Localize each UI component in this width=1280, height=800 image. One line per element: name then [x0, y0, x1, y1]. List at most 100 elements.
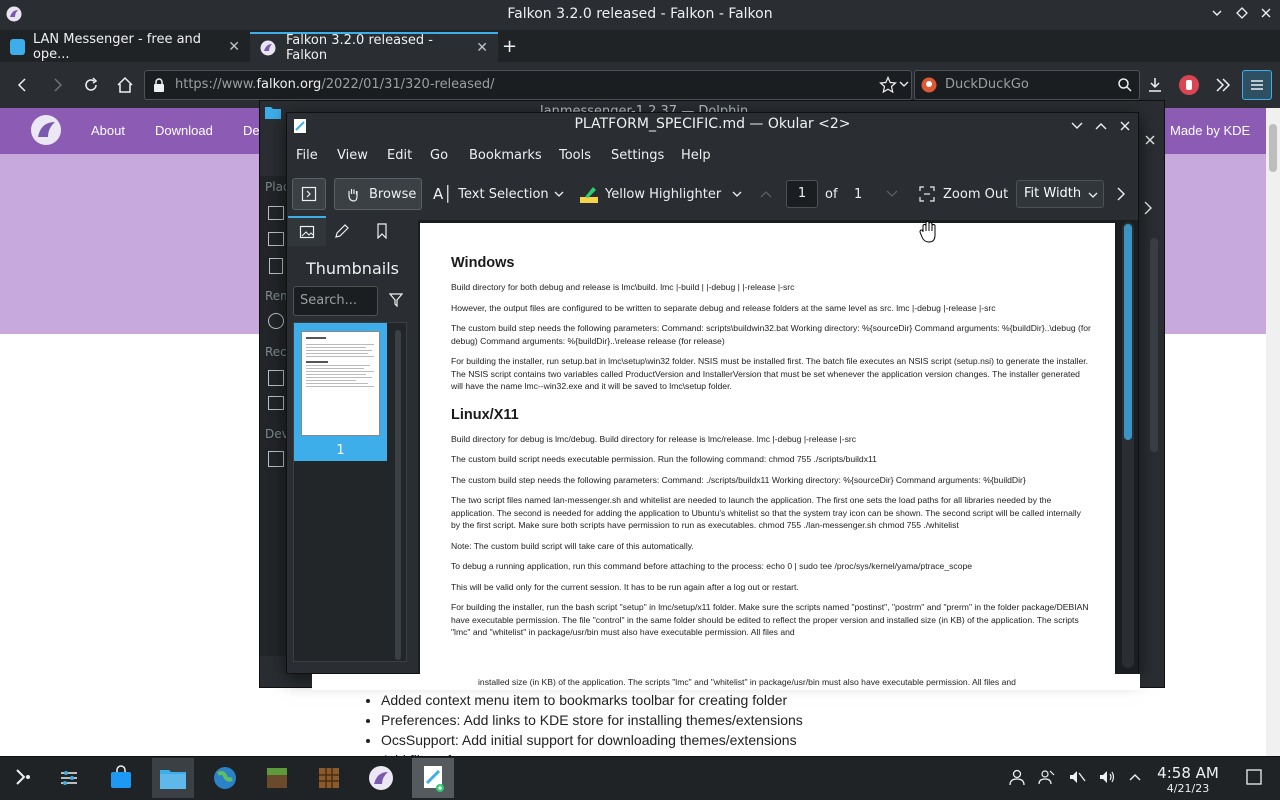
main-menu-button[interactable] [1242, 70, 1272, 100]
text-selection-button[interactable]: A│ Text Selection [433, 178, 549, 210]
menu-settings[interactable]: Settings [611, 148, 664, 163]
close-window-button[interactable] [1259, 6, 1273, 20]
bookmark-icon[interactable] [376, 223, 388, 239]
menu-file[interactable]: File [296, 148, 318, 163]
downloads-button[interactable] [1140, 70, 1170, 100]
url-dropdown-chevron-icon[interactable] [898, 77, 910, 91]
paragraph: Build directory for both debug and relea… [451, 282, 795, 292]
thumbnail-preview[interactable] [301, 331, 380, 436]
site-nav-partial[interactable]: De [243, 123, 260, 138]
document-scrollbar-thumb[interactable] [1124, 224, 1132, 440]
document-page[interactable]: Windows Build directory for both debug a… [420, 223, 1115, 674]
annotations-pen-icon[interactable] [334, 223, 350, 239]
tab-bar: LAN Messenger - free and ope... ✕ Falkon… [0, 30, 1280, 63]
tab-label: Falkon 3.2.0 released - Falkon [286, 33, 433, 63]
tab-thumbnails[interactable] [288, 216, 326, 246]
system-settings-icon[interactable] [48, 758, 90, 798]
site-nav-download[interactable]: Download [155, 123, 213, 138]
dolphin-close-icon[interactable] [1143, 133, 1157, 147]
zoom-mode-select[interactable]: Fit Width [1016, 180, 1104, 208]
okular-maximize-button[interactable] [1094, 120, 1108, 132]
okular-taskbar-icon[interactable] [412, 758, 454, 798]
menu-go[interactable]: Go [430, 148, 448, 163]
thumbnail-scrollbar[interactable] [395, 330, 401, 660]
application-launcher-icon[interactable] [2, 758, 44, 798]
user-icon[interactable] [1006, 766, 1028, 788]
network-icon[interactable] [268, 313, 284, 329]
speaker-muted-icon[interactable] [1066, 766, 1088, 788]
annotation-dropdown-chevron-icon[interactable] [731, 178, 743, 210]
browser-window-title: Falkon 3.2.0 released - Falkon - Falkon [507, 6, 773, 22]
okular-close-button[interactable] [1118, 119, 1132, 133]
dolphin-scrollbar[interactable] [1150, 238, 1158, 452]
minecraft-crafting-icon[interactable] [308, 758, 350, 798]
toolbar-overflow-chevron-icon[interactable] [1115, 178, 1127, 210]
search-bar[interactable]: DuckDuckGo [914, 70, 1140, 100]
menu-bookmarks[interactable]: Bookmarks [469, 148, 542, 163]
maximize-button[interactable] [1235, 6, 1249, 20]
thumbnail-search-input[interactable]: Search... [293, 286, 378, 316]
text-cursor-icon: A│ [433, 185, 453, 203]
back-button[interactable] [8, 70, 38, 100]
site-nav-about[interactable]: About [91, 123, 125, 138]
discover-store-icon[interactable] [100, 758, 142, 798]
search-icon[interactable] [1117, 77, 1133, 93]
highlighter-icon [579, 184, 599, 204]
url-bar[interactable]: https://www.falkon.org/2022/01/31/320-re… [144, 70, 912, 100]
reload-button[interactable] [76, 70, 106, 100]
tray-expand-chevron-icon[interactable] [1124, 766, 1146, 788]
selection-dropdown-chevron-icon[interactable] [553, 178, 565, 210]
adblock-icon[interactable] [1174, 70, 1204, 100]
minimize-button[interactable] [1210, 6, 1224, 20]
sidebar-toggle-button[interactable] [292, 178, 326, 210]
falkon-taskbar-icon[interactable] [360, 758, 402, 798]
clock-time[interactable]: 4:58 AM [1150, 764, 1226, 782]
dolphin-chevron-right-icon[interactable] [1142, 200, 1154, 216]
home-folder-icon[interactable] [268, 206, 284, 220]
next-page-icon[interactable] [885, 178, 899, 210]
page-number-input[interactable]: 1 [786, 180, 818, 208]
recent-locations-icon[interactable] [268, 396, 284, 410]
show-desktop-icon[interactable] [1243, 766, 1265, 788]
minecraft-launcher-icon[interactable] [256, 758, 298, 798]
bookmark-star-icon[interactable] [879, 76, 897, 94]
tab-lan-messenger[interactable]: LAN Messenger - free and ope... ✕ [0, 32, 250, 62]
browse-tool-button[interactable]: Browse [334, 178, 422, 210]
trash-icon[interactable] [269, 258, 283, 274]
more-tools-chevron-icon[interactable] [1208, 70, 1238, 100]
new-tab-button[interactable]: + [502, 36, 517, 57]
text-selection-label: Text Selection [458, 186, 549, 202]
drive-icon[interactable] [268, 451, 284, 467]
dolphin-folder-icon [264, 104, 282, 120]
paragraph: The custom build step needs the followin… [451, 323, 1091, 346]
okular-minimize-button[interactable] [1070, 120, 1084, 132]
filter-icon[interactable] [389, 293, 403, 307]
web-browser-globe-icon[interactable] [204, 758, 246, 798]
falkon-logo-icon[interactable] [30, 114, 62, 146]
previous-page-icon[interactable] [759, 178, 773, 210]
users-network-icon[interactable] [1036, 766, 1058, 788]
menu-help[interactable]: Help [681, 148, 711, 163]
close-tab-icon[interactable]: ✕ [228, 39, 240, 55]
clock-date[interactable]: 4/21/23 [1150, 782, 1226, 795]
page-scrollbar[interactable] [1266, 108, 1280, 756]
browse-label: Browse [369, 186, 417, 202]
dolphin-taskbar-icon[interactable] [152, 758, 194, 798]
volume-icon[interactable] [1096, 766, 1118, 788]
close-tab-icon[interactable]: ✕ [476, 40, 488, 56]
okular-window-title: PLATFORM_SPECIFIC.md — Okular <2> [574, 116, 851, 132]
yellow-highlighter-button[interactable]: Yellow Highlighter [579, 178, 721, 210]
lock-icon [153, 78, 165, 92]
made-by-kde-link[interactable]: Made by KDE [1170, 123, 1250, 138]
forward-button[interactable] [42, 70, 72, 100]
menu-edit[interactable]: Edit [387, 148, 412, 163]
list-item: Preferences: Add links to KDE store for … [381, 710, 803, 730]
menu-tools[interactable]: Tools [559, 148, 591, 163]
tab-falkon-released[interactable]: Falkon 3.2.0 released - Falkon ✕ [250, 32, 498, 63]
menu-view[interactable]: View [337, 148, 368, 163]
desktop-folder-icon[interactable] [268, 232, 284, 246]
recent-files-icon[interactable] [268, 370, 284, 386]
thumbnail-page-number: 1 [336, 443, 345, 458]
zoom-out-button[interactable]: Zoom Out [919, 178, 1008, 210]
home-button[interactable] [110, 70, 140, 100]
